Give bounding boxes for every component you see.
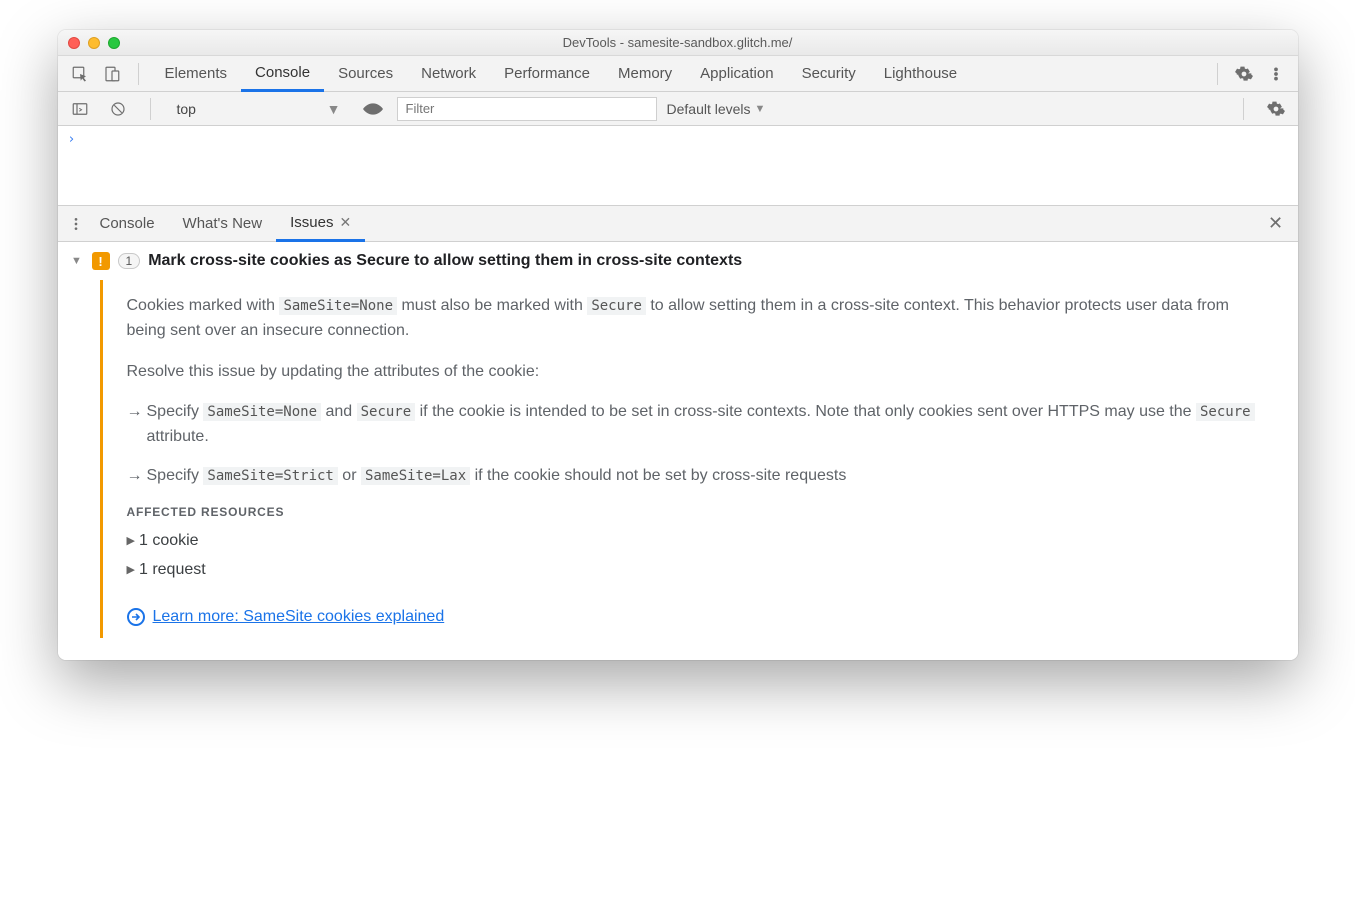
main-tabs: Elements Console Sources Network Perform… bbox=[151, 56, 1205, 92]
console-output[interactable]: › bbox=[58, 126, 1298, 206]
device-toolbar-icon[interactable] bbox=[98, 60, 126, 88]
log-levels-label: Default levels bbox=[667, 101, 751, 117]
tab-sources[interactable]: Sources bbox=[324, 56, 407, 92]
main-tab-bar: Elements Console Sources Network Perform… bbox=[58, 56, 1298, 92]
warning-icon: ! bbox=[92, 252, 110, 270]
execution-context-select[interactable]: top ▼ bbox=[169, 99, 349, 119]
tab-application[interactable]: Application bbox=[686, 56, 787, 92]
affected-resource-item[interactable]: ▶ 1 cookie bbox=[127, 529, 1266, 554]
circle-arrow-icon bbox=[127, 608, 145, 626]
console-prompt-icon: › bbox=[68, 132, 76, 147]
drawer-close-icon[interactable]: ✕ bbox=[1262, 213, 1290, 234]
drawer-tab-console[interactable]: Console bbox=[86, 206, 169, 242]
arrow-icon: → bbox=[127, 400, 143, 450]
code-snippet: SameSite=Strict bbox=[203, 467, 337, 485]
titlebar: DevTools - samesite-sandbox.glitch.me/ bbox=[58, 30, 1298, 56]
execution-context-label: top bbox=[177, 101, 196, 117]
tab-performance[interactable]: Performance bbox=[490, 56, 604, 92]
code-snippet: SameSite=None bbox=[279, 297, 397, 315]
disclosure-triangle-icon: ▶ bbox=[127, 533, 135, 550]
drawer-tab-label: Issues bbox=[290, 214, 333, 231]
more-menu-icon[interactable] bbox=[1262, 60, 1290, 88]
drawer-tab-whats-new[interactable]: What's New bbox=[169, 206, 277, 242]
console-settings-gear-icon[interactable] bbox=[1262, 95, 1290, 123]
disclosure-triangle-icon[interactable]: ▼ bbox=[70, 255, 84, 267]
separator bbox=[1243, 98, 1244, 120]
issue-bullet: → Specify SameSite=None and Secure if th… bbox=[127, 400, 1266, 450]
separator bbox=[150, 98, 151, 120]
drawer-tab-bar: Console What's New Issues ✕ ✕ bbox=[58, 206, 1298, 242]
tab-security[interactable]: Security bbox=[788, 56, 870, 92]
code-snippet: SameSite=Lax bbox=[361, 467, 470, 485]
close-tab-icon[interactable]: ✕ bbox=[339, 214, 351, 231]
separator bbox=[1217, 63, 1218, 85]
drawer-more-icon[interactable] bbox=[66, 216, 86, 232]
devtools-window: DevTools - samesite-sandbox.glitch.me/ E… bbox=[58, 30, 1298, 660]
disclosure-triangle-icon: ▶ bbox=[127, 562, 135, 579]
log-levels-select[interactable]: Default levels ▼ bbox=[667, 101, 766, 117]
code-snippet: SameSite=None bbox=[203, 403, 321, 421]
learn-more-link[interactable]: Learn more: SameSite cookies explained bbox=[153, 605, 445, 630]
drawer-tab-issues[interactable]: Issues ✕ bbox=[276, 206, 365, 242]
affected-resource-label: 1 cookie bbox=[139, 529, 199, 554]
issue-header[interactable]: ▼ ! 1 Mark cross-site cookies as Secure … bbox=[70, 252, 1286, 270]
issue-bullet: → Specify SameSite=Strict or SameSite=La… bbox=[127, 464, 1266, 489]
console-sidebar-toggle-icon[interactable] bbox=[66, 95, 94, 123]
chevron-down-icon: ▼ bbox=[327, 101, 341, 117]
issue-body: Cookies marked with SameSite=None must a… bbox=[100, 280, 1286, 638]
code-snippet: Secure bbox=[587, 297, 646, 315]
issue-paragraph: Resolve this issue by updating the attri… bbox=[127, 360, 1266, 385]
issue-count-badge: 1 bbox=[118, 253, 141, 269]
clear-console-icon[interactable] bbox=[104, 95, 132, 123]
inspect-element-icon[interactable] bbox=[66, 60, 94, 88]
code-snippet: Secure bbox=[1196, 403, 1255, 421]
issues-panel: ▼ ! 1 Mark cross-site cookies as Secure … bbox=[58, 242, 1298, 660]
tab-elements[interactable]: Elements bbox=[151, 56, 242, 92]
affected-resource-item[interactable]: ▶ 1 request bbox=[127, 558, 1266, 583]
code-snippet: Secure bbox=[357, 403, 416, 421]
console-toolbar: top ▼ Default levels ▼ bbox=[58, 92, 1298, 126]
live-expression-icon[interactable] bbox=[359, 95, 387, 123]
affected-resource-label: 1 request bbox=[139, 558, 206, 583]
tab-console[interactable]: Console bbox=[241, 56, 324, 92]
console-filter-input[interactable] bbox=[397, 97, 657, 121]
learn-more-row: Learn more: SameSite cookies explained bbox=[127, 605, 1266, 630]
window-title: DevTools - samesite-sandbox.glitch.me/ bbox=[58, 35, 1298, 50]
affected-resources-header: AFFECTED RESOURCES bbox=[127, 503, 1266, 522]
settings-gear-icon[interactable] bbox=[1230, 60, 1258, 88]
drawer-tab-label: What's New bbox=[183, 215, 263, 232]
chevron-down-icon: ▼ bbox=[755, 103, 766, 115]
separator bbox=[138, 63, 139, 85]
tab-memory[interactable]: Memory bbox=[604, 56, 686, 92]
issue-title: Mark cross-site cookies as Secure to all… bbox=[148, 252, 742, 270]
issue-paragraph: Cookies marked with SameSite=None must a… bbox=[127, 294, 1266, 344]
tab-network[interactable]: Network bbox=[407, 56, 490, 92]
tab-lighthouse[interactable]: Lighthouse bbox=[870, 56, 971, 92]
arrow-icon: → bbox=[127, 464, 143, 489]
drawer-tab-label: Console bbox=[100, 215, 155, 232]
